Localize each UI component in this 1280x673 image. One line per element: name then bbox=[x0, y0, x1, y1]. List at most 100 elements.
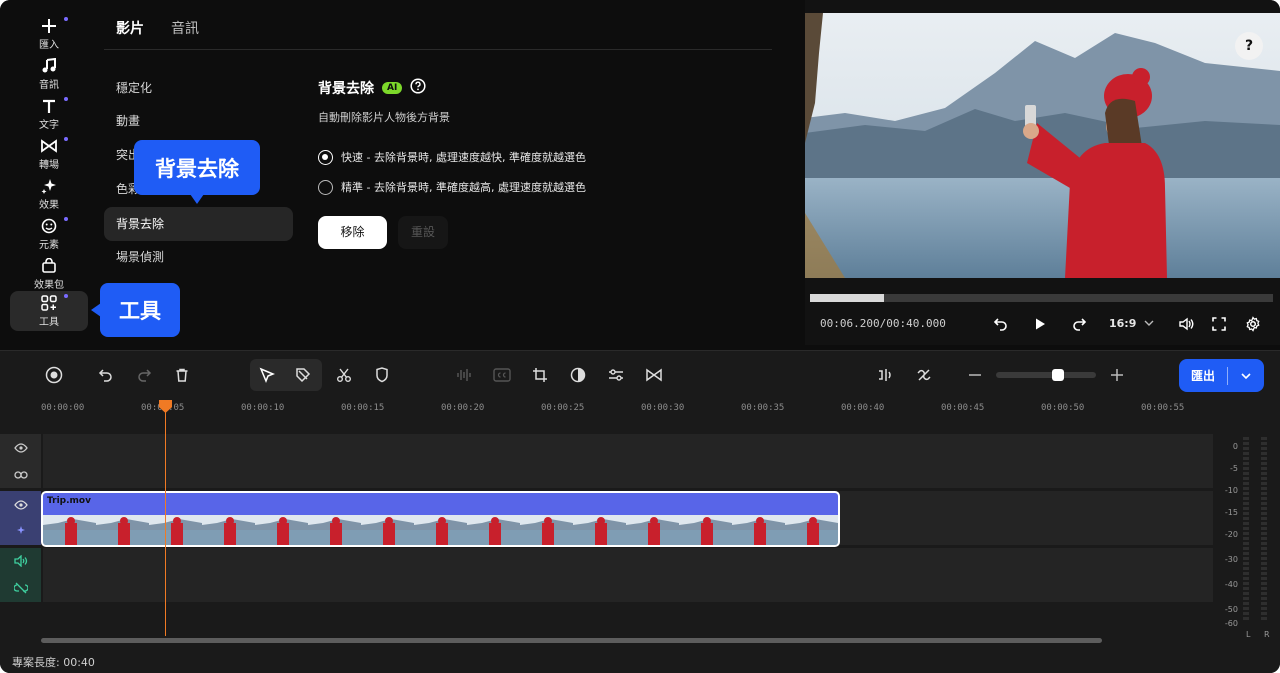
reset-button[interactable]: 重設 bbox=[398, 216, 448, 249]
undo-icon[interactable] bbox=[97, 366, 115, 384]
meter-db-label: 0 bbox=[1232, 442, 1238, 451]
clip-thumbnail bbox=[43, 515, 96, 545]
select-arrow-icon[interactable] bbox=[258, 366, 276, 384]
submenu-scene-detection[interactable]: 場景偵測 bbox=[104, 240, 293, 274]
rail-effects[interactable]: 效果 bbox=[10, 174, 88, 214]
clip-thumbnail bbox=[732, 515, 785, 545]
submenu-stabilize[interactable]: 穩定化 bbox=[104, 71, 293, 105]
link-icon[interactable] bbox=[13, 465, 28, 484]
transition-icon[interactable] bbox=[645, 366, 663, 384]
rewind-icon[interactable] bbox=[992, 315, 1010, 333]
rail-label: 音訊 bbox=[39, 80, 59, 91]
eye-icon[interactable] bbox=[13, 495, 28, 514]
rail-import[interactable]: 匯入 bbox=[10, 14, 88, 54]
callout-tools: 工具 bbox=[91, 283, 180, 337]
option-fast[interactable]: 快速 - 去除背景時, 處理速度越快, 準確度就越選色 bbox=[318, 149, 586, 165]
timeline-horizontal-scrollbar[interactable] bbox=[41, 638, 1102, 643]
radio-checked[interactable] bbox=[318, 149, 333, 165]
effect-sparkle-icon[interactable] bbox=[14, 522, 28, 541]
adjust-sliders-icon[interactable] bbox=[607, 366, 625, 384]
rail-text[interactable]: 文字 bbox=[10, 94, 88, 134]
rail-label: 元素 bbox=[39, 240, 59, 251]
clip-thumbnails bbox=[43, 515, 838, 545]
ruler-tick-label: 00:00:00 bbox=[41, 403, 85, 413]
play-icon[interactable] bbox=[1031, 315, 1049, 333]
razor-tag-icon[interactable] bbox=[294, 366, 312, 384]
section-description: 自動刪除影片人物後方背景 bbox=[318, 111, 450, 124]
zoom-out-icon[interactable] bbox=[966, 366, 984, 384]
rail-transition[interactable]: 轉場 bbox=[10, 134, 88, 174]
rail-elements[interactable]: 元素 bbox=[10, 214, 88, 254]
ruler-tick-label: 00:00:15 bbox=[341, 403, 385, 413]
gear-icon[interactable] bbox=[1244, 315, 1262, 333]
option-precise[interactable]: 精準 - 去除背景時, 準確度越高, 處理速度就越選色 bbox=[318, 179, 586, 195]
video-frame: ? bbox=[805, 13, 1280, 278]
fullscreen-icon[interactable] bbox=[1210, 315, 1228, 333]
volume-icon[interactable] bbox=[1177, 315, 1195, 333]
meter-db-label: -50 bbox=[1224, 605, 1238, 614]
option-fast-label: 快速 - 去除背景時, 處理速度越快, 準確度就越選色 bbox=[341, 151, 586, 164]
speaker-icon[interactable] bbox=[13, 552, 28, 571]
ruler-tick-label: 00:00:55 bbox=[1141, 403, 1185, 413]
track-row-empty[interactable] bbox=[43, 434, 1213, 488]
export-button[interactable]: 匯出 bbox=[1179, 359, 1264, 392]
tab-audio[interactable]: 音訊 bbox=[171, 18, 199, 38]
shield-icon[interactable] bbox=[373, 366, 391, 384]
plus-icon bbox=[40, 17, 58, 35]
zoom-slider-knob[interactable] bbox=[1052, 369, 1064, 381]
meter-db-label: -60 bbox=[1224, 619, 1238, 628]
delete-icon[interactable] bbox=[173, 366, 191, 384]
new-dot bbox=[64, 97, 68, 101]
color-contrast-icon[interactable] bbox=[569, 366, 587, 384]
scrubber-fill bbox=[810, 294, 885, 302]
help-circle-icon[interactable] bbox=[410, 78, 426, 98]
track-row-audio[interactable] bbox=[43, 548, 1213, 602]
smiley-icon bbox=[40, 217, 58, 235]
option-precise-label: 精準 - 去除背景時, 準確度越高, 處理速度就越選色 bbox=[341, 181, 586, 194]
new-dot bbox=[64, 17, 68, 21]
ruler-tick-label: 00:00:30 bbox=[641, 403, 685, 413]
section-title: 背景去除 AI bbox=[318, 78, 426, 98]
magnet-snap-icon[interactable] bbox=[915, 366, 933, 384]
crop-icon[interactable] bbox=[531, 366, 549, 384]
clip-thumbnail bbox=[96, 515, 149, 545]
preview-scrubber[interactable] bbox=[810, 294, 1273, 302]
bag-icon bbox=[40, 257, 58, 275]
submenu-background-removal[interactable]: 背景去除 bbox=[104, 207, 293, 241]
rail-label: 效果 bbox=[39, 200, 59, 211]
clip-thumbnail bbox=[785, 515, 838, 545]
ruler-tick-label: 00:00:45 bbox=[941, 403, 985, 413]
meter-right-label: R bbox=[1264, 630, 1270, 639]
preview-timecode: 00:06.200/00:40.000 bbox=[820, 317, 946, 330]
scissors-icon[interactable] bbox=[335, 366, 353, 384]
submenu-animation[interactable]: 動畫 bbox=[104, 104, 293, 138]
track-header-video-1 bbox=[0, 491, 41, 545]
ruler-tick-label: 00:00:40 bbox=[841, 403, 885, 413]
rail-tools[interactable]: 工具 bbox=[10, 291, 88, 331]
video-clip[interactable]: Trip.mov bbox=[41, 491, 840, 547]
forward-icon[interactable] bbox=[1070, 315, 1088, 333]
ruler-tick-label: 00:00:25 bbox=[541, 403, 585, 413]
clip-name: Trip.mov bbox=[47, 496, 91, 506]
unlink-icon[interactable] bbox=[12, 579, 29, 598]
chevron-down-icon[interactable] bbox=[1228, 372, 1264, 380]
panel-tabs: 影片 音訊 bbox=[104, 0, 772, 50]
rail-effect-pack[interactable]: 效果包 bbox=[10, 254, 88, 294]
zoom-slider[interactable] bbox=[996, 369, 1096, 381]
aspect-ratio-select[interactable]: 16:9 bbox=[1109, 317, 1154, 330]
radio-unchecked[interactable] bbox=[318, 179, 333, 195]
clip-thumbnail bbox=[255, 515, 308, 545]
record-icon[interactable] bbox=[45, 366, 63, 384]
playhead[interactable] bbox=[159, 400, 172, 636]
redo-icon[interactable] bbox=[135, 366, 153, 384]
rail-audio[interactable]: 音訊 bbox=[10, 54, 88, 94]
tab-video[interactable]: 影片 bbox=[116, 18, 144, 38]
video-frame-image bbox=[805, 13, 1280, 278]
time-ruler[interactable]: 00:00:0000:00:0500:00:1000:00:1500:00:20… bbox=[0, 400, 1210, 432]
ruler-tick-label: 00:00:10 bbox=[241, 403, 285, 413]
remove-button[interactable]: 移除 bbox=[318, 216, 387, 249]
audio-split-icon[interactable] bbox=[876, 366, 894, 384]
zoom-in-icon[interactable] bbox=[1108, 366, 1126, 384]
eye-icon[interactable] bbox=[13, 438, 28, 457]
help-button[interactable]: ? bbox=[1235, 32, 1263, 60]
